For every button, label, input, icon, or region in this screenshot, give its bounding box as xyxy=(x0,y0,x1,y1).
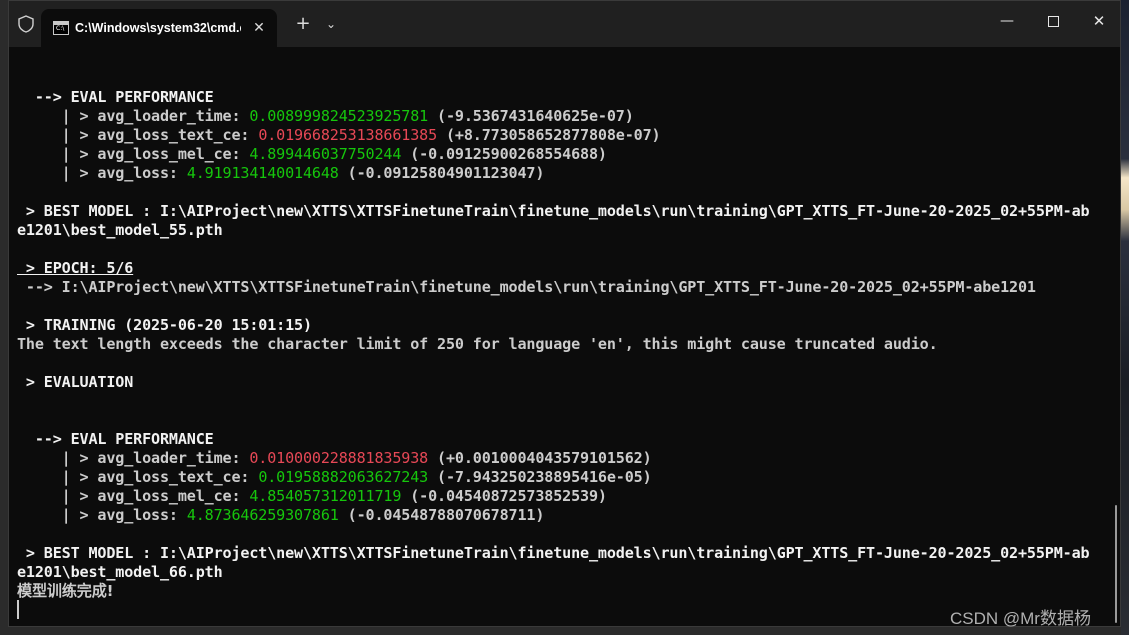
terminal-output[interactable]: --> EVAL PERFORMANCE | > avg_loader_time… xyxy=(9,47,1109,627)
metric-row: | > avg_loader_time: 0.00899982452392578… xyxy=(17,107,634,125)
eval-header-2: --> EVAL PERFORMANCE xyxy=(17,430,214,448)
metric-row: | > avg_loss_mel_ce: 4.854057312011719 (… xyxy=(17,487,607,505)
terminal-window: C:\ C:\Windows\system32\cmd.exe ✕ + ⌄ — … xyxy=(8,0,1121,627)
best-model-line: > BEST MODEL : I:\AIProject\new\XTTS\XTT… xyxy=(17,202,1090,220)
tab-cmd[interactable]: C:\ C:\Windows\system32\cmd.exe ✕ xyxy=(41,9,277,47)
metric-row: | > avg_loader_time: 0.01000022888183593… xyxy=(17,449,652,467)
metric-row: | > avg_loss: 4.873646259307861 (-0.0454… xyxy=(17,506,545,524)
tab-title: C:\Windows\system32\cmd.exe xyxy=(75,21,241,35)
watermark: CSDN @Mr数据杨 xyxy=(950,609,1091,628)
minimize-button[interactable]: — xyxy=(984,1,1030,41)
title-bar[interactable]: C:\ C:\Windows\system32\cmd.exe ✕ + ⌄ — … xyxy=(9,1,1120,47)
maximize-button[interactable] xyxy=(1030,1,1076,41)
new-tab-button[interactable]: + xyxy=(291,13,315,37)
metric-row: | > avg_loss_text_ce: 0.0196682531386613… xyxy=(17,126,661,144)
evaluation-line: > EVALUATION xyxy=(17,373,134,391)
training-line: > TRAINING (2025-06-20 15:01:15) xyxy=(17,316,312,334)
epoch-path-line: --> I:\AIProject\new\XTTS\XTTSFinetuneTr… xyxy=(17,278,1036,296)
metric-row: | > avg_loss_mel_ce: 4.899446037750244 (… xyxy=(17,145,607,163)
metric-row: | > avg_loss_text_ce: 0.0195888206362724… xyxy=(17,468,652,486)
shield-icon xyxy=(18,15,34,33)
maximize-icon xyxy=(1048,16,1059,27)
eval-header-1: --> EVAL PERFORMANCE xyxy=(17,88,214,106)
close-window-button[interactable]: ✕ xyxy=(1076,1,1122,41)
chevron-down-icon[interactable]: ⌄ xyxy=(321,13,341,37)
best-model-line: > BEST MODEL : I:\AIProject\new\XTTS\XTT… xyxy=(17,544,1090,562)
best-model-line: e1201\best_model_55.pth xyxy=(17,221,223,239)
scrollbar[interactable] xyxy=(1112,47,1120,627)
text-cursor xyxy=(17,600,19,619)
epoch-line: > EPOCH: 5/6 xyxy=(17,259,134,277)
training-complete-line: 模型训练完成! xyxy=(17,582,114,600)
scrollbar-thumb[interactable] xyxy=(1115,505,1117,623)
warning-line: The text length exceeds the character li… xyxy=(17,335,938,353)
close-tab-icon[interactable]: ✕ xyxy=(249,18,269,38)
metric-row: | > avg_loss: 4.919134140014648 (-0.0912… xyxy=(17,164,545,182)
desktop-background xyxy=(1121,0,1129,635)
terminal-icon: C:\ xyxy=(53,21,69,35)
best-model-line: e1201\best_model_66.pth xyxy=(17,563,223,581)
